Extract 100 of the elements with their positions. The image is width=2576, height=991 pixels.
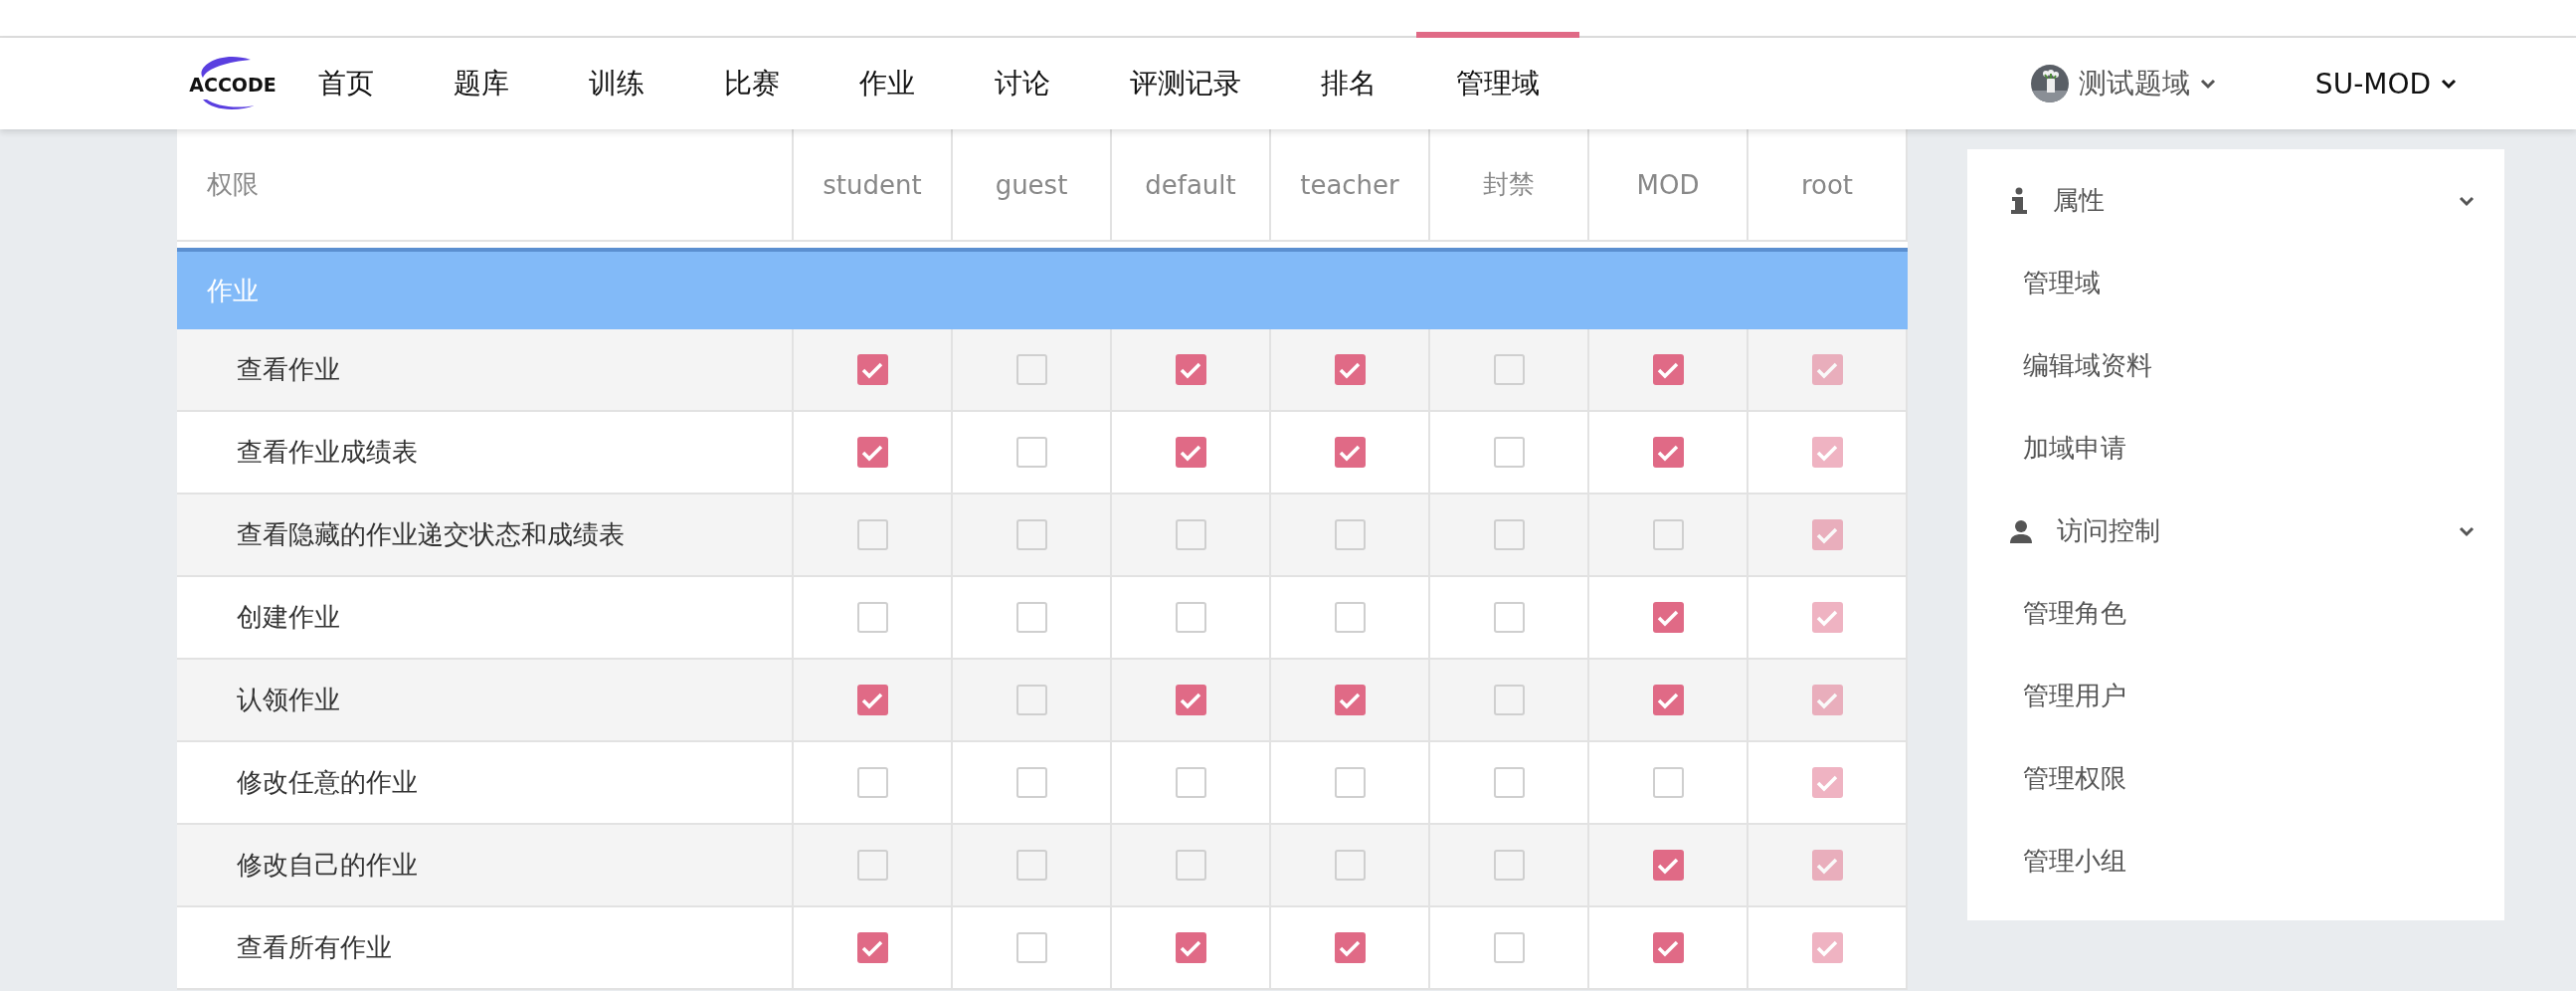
column-header: guest: [953, 129, 1112, 240]
check-icon: [1816, 856, 1838, 875]
checkbox[interactable]: [1175, 519, 1206, 550]
checkbox[interactable]: [1175, 437, 1206, 468]
check-icon: [861, 360, 883, 379]
check-icon: [1816, 360, 1838, 379]
permission-label: 认领作业: [177, 660, 794, 740]
check-icon: [1180, 360, 1201, 379]
checkbox[interactable]: [1493, 602, 1525, 633]
nav-tab[interactable]: 比赛: [684, 32, 820, 129]
permission-label: 查看所有作业: [177, 907, 794, 988]
checkbox[interactable]: [1015, 850, 1047, 881]
checkbox[interactable]: [856, 437, 888, 468]
permission-label: 创建作业: [177, 577, 794, 658]
checkbox[interactable]: [856, 685, 888, 715]
user-menu[interactable]: SU-MOD: [2314, 67, 2457, 100]
check-icon: [1339, 360, 1361, 379]
check-icon: [1339, 691, 1361, 709]
checkbox[interactable]: [1334, 354, 1366, 385]
section-header: 作业: [177, 248, 1908, 329]
check-icon: [1816, 938, 1838, 957]
checkbox[interactable]: [1334, 602, 1366, 633]
checkbox[interactable]: [1493, 437, 1525, 468]
checkbox[interactable]: [1493, 850, 1525, 881]
checkbox[interactable]: [1652, 437, 1684, 468]
chevron-down-icon: [2459, 194, 2475, 207]
checkbox[interactable]: [1652, 767, 1684, 798]
checkbox[interactable]: [1175, 932, 1206, 963]
checkbox[interactable]: [1015, 437, 1047, 468]
nav-tab[interactable]: 评测记录: [1090, 32, 1281, 129]
checkbox[interactable]: [1652, 932, 1684, 963]
checkbox[interactable]: [856, 850, 888, 881]
checkbox[interactable]: [1652, 602, 1684, 633]
sidebar-group[interactable]: 访问控制: [1967, 490, 2504, 572]
checkbox[interactable]: [856, 354, 888, 385]
sidebar-link[interactable]: 编辑域资料: [1967, 324, 2504, 407]
sidebar-link[interactable]: 加域申请: [1967, 407, 2504, 490]
check-icon: [1180, 691, 1201, 709]
nav-tab[interactable]: 排名: [1281, 32, 1416, 129]
sidebar-link[interactable]: 管理角色: [1967, 572, 2504, 655]
group-title: 属性: [2053, 184, 2105, 217]
checkbox[interactable]: [1493, 685, 1525, 715]
nav-tab[interactable]: 训练: [549, 32, 684, 129]
checkbox[interactable]: [1652, 354, 1684, 385]
checkbox[interactable]: [1175, 850, 1206, 881]
checkbox[interactable]: [856, 519, 888, 550]
check-icon: [1816, 773, 1838, 792]
checkbox[interactable]: [1175, 602, 1206, 633]
info-icon: [2009, 186, 2029, 215]
column-header: MOD: [1589, 129, 1748, 240]
checkbox[interactable]: [1334, 437, 1366, 468]
checkbox[interactable]: [1334, 932, 1366, 963]
checkbox[interactable]: [1175, 685, 1206, 715]
column-header: student: [794, 129, 953, 240]
sidebar-group[interactable]: 属性: [1967, 159, 2504, 242]
permission-label: 查看作业成绩表: [177, 412, 794, 493]
checkbox[interactable]: [856, 932, 888, 963]
check-icon: [1657, 691, 1679, 709]
checkbox[interactable]: [1015, 354, 1047, 385]
checkbox[interactable]: [1493, 519, 1525, 550]
chevron-down-icon: [2199, 78, 2216, 90]
checkbox[interactable]: [1652, 850, 1684, 881]
checkbox[interactable]: [1334, 519, 1366, 550]
checkbox[interactable]: [1175, 354, 1206, 385]
sidebar-link[interactable]: 管理用户: [1967, 655, 2504, 737]
nav-tab[interactable]: 首页: [278, 32, 414, 129]
sidebar-link[interactable]: 管理域: [1967, 242, 2504, 324]
permission-label: 修改任意的作业: [177, 742, 794, 823]
check-icon: [1657, 360, 1679, 379]
checkbox[interactable]: [1015, 685, 1047, 715]
check-icon: [1180, 443, 1201, 462]
checkbox[interactable]: [1015, 932, 1047, 963]
checkbox[interactable]: [856, 767, 888, 798]
checkbox[interactable]: [1334, 685, 1366, 715]
nav-tab[interactable]: 作业: [820, 32, 955, 129]
checkbox[interactable]: [1652, 519, 1684, 550]
check-icon: [861, 443, 883, 462]
checkbox[interactable]: [1175, 767, 1206, 798]
logo[interactable]: ACCODE: [189, 54, 276, 113]
user-icon: [2009, 518, 2033, 543]
checkbox[interactable]: [1652, 685, 1684, 715]
column-header: default: [1112, 129, 1271, 240]
checkbox[interactable]: [1493, 354, 1525, 385]
sidebar-link[interactable]: 管理权限: [1967, 737, 2504, 820]
domain-menu[interactable]: 测试题域: [2030, 65, 2216, 102]
checkbox[interactable]: [1015, 767, 1047, 798]
checkbox[interactable]: [856, 602, 888, 633]
nav-tab[interactable]: 题库: [414, 32, 549, 129]
sidebar-link[interactable]: 管理小组: [1967, 820, 2504, 902]
check-icon: [1816, 691, 1838, 709]
checkbox[interactable]: [1334, 850, 1366, 881]
column-header: 封禁: [1430, 129, 1589, 240]
checkbox[interactable]: [1015, 602, 1047, 633]
nav-tab[interactable]: 讨论: [955, 32, 1090, 129]
checkbox[interactable]: [1493, 932, 1525, 963]
checkbox[interactable]: [1334, 767, 1366, 798]
checkbox[interactable]: [1493, 767, 1525, 798]
permission-label: 修改自己的作业: [177, 825, 794, 905]
checkbox[interactable]: [1015, 519, 1047, 550]
check-icon: [1339, 938, 1361, 957]
